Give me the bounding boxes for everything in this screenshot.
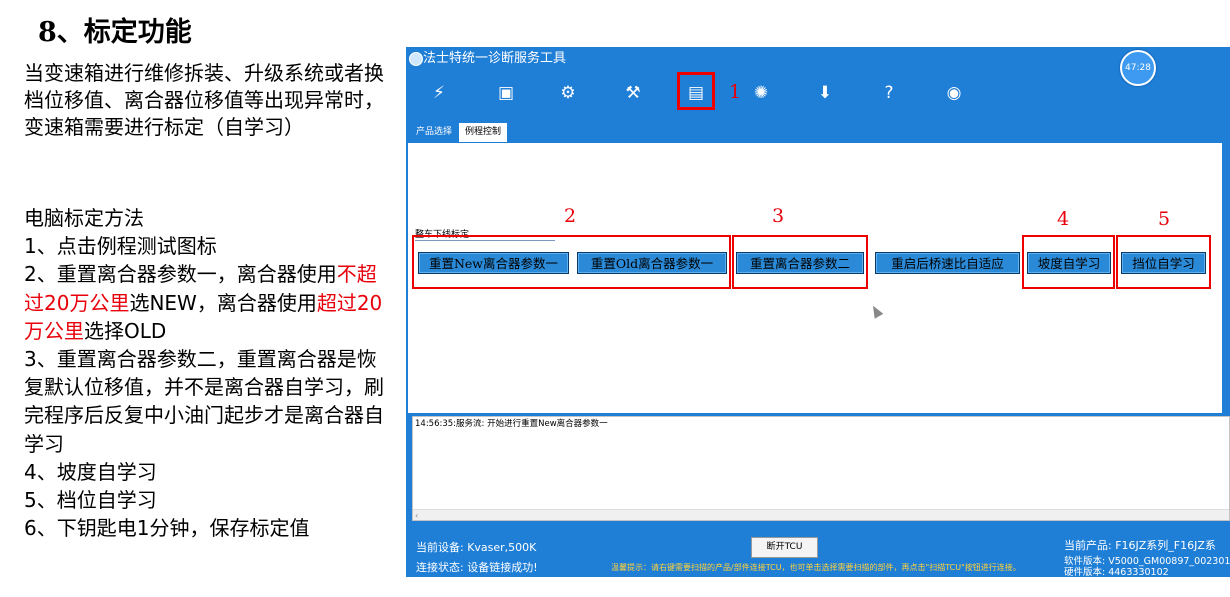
step-2: 2、重置离合器参数一，离合器使用不超过20万公里选NEW，离合器使用超过20万公… (24, 260, 396, 345)
app-logo-icon (409, 52, 423, 66)
tools-icon[interactable]: ⚒ (621, 81, 645, 105)
step-1: 1、点击例程测试图标 (24, 234, 217, 259)
annotation-1: 1 (729, 81, 742, 103)
method-heading: 电脑标定方法 (24, 206, 144, 230)
image-icon[interactable]: ▣ (494, 81, 518, 105)
slide-title: 8、标定功能 (38, 17, 192, 48)
annotation-3: 3 (772, 205, 785, 227)
current-product: 当前产品: F16JZ系列_F16JZ系 (1064, 539, 1216, 552)
annotation-4: 4 (1057, 208, 1070, 230)
tab-product-select[interactable]: 产品选择 (410, 123, 458, 142)
hardware-version: 硬件版本: 4463330102 (1064, 567, 1169, 577)
log-scrollbar[interactable] (413, 509, 1229, 520)
annotation-2: 2 (564, 205, 577, 227)
tab-routine-control[interactable]: 例程控制 (459, 123, 508, 142)
title-bar: 法士特统一诊断服务工具 (406, 47, 1230, 73)
download-icon[interactable]: ⬇ (813, 81, 837, 105)
diagnostic-app-window: 法士特统一诊断服务工具 47:28 ⚡ ▣ ⚙ ⚒ ▤ 1 ✺ ⬇ ? ◉ 产品… (406, 47, 1230, 577)
scroll-left-icon[interactable]: ‹ (415, 511, 418, 520)
step-2-mid: 选NEW，离合器使用 (129, 290, 317, 315)
annotation-5: 5 (1158, 208, 1171, 230)
highlight-box-4 (1022, 235, 1115, 289)
ecu-icon[interactable]: ✺ (749, 81, 773, 105)
rear-axle-ratio-adapt-button[interactable]: 重启后桥速比自适应 (875, 252, 1020, 274)
highlight-box-2 (412, 235, 731, 289)
method-list: 电脑标定方法 1、点击例程测试图标 2、重置离合器参数一，离合器使用不超过20万… (24, 204, 396, 542)
plug-icon[interactable]: ⚡ (427, 81, 451, 105)
highlight-box-5 (1116, 235, 1211, 289)
app-title: 法士特统一诊断服务工具 (423, 51, 567, 66)
step-2-pre: 2、重置离合器参数一，离合器使用 (24, 262, 337, 287)
help-icon[interactable]: ? (877, 81, 901, 105)
clock-badge: 47:28 (1120, 50, 1156, 86)
step-5: 5、档位自学习 (24, 488, 157, 513)
connection-status: 连接状态: 设备链接成功! (416, 561, 538, 574)
status-bar: 当前设备: Kvaser,500K 连接状态: 设备链接成功! 断开TCU 温馨… (406, 533, 1230, 577)
routine-icon-highlight (677, 72, 715, 110)
tab-bar: 产品选择 例程控制 (406, 123, 1230, 143)
step-4: 4、坡度自学习 (24, 459, 157, 484)
hint-text: 温馨提示：请右键需要扫描的产品/部件连接TCU，也可单击选择需要扫描的部件，再点… (611, 563, 1021, 572)
step-6: 6、下钥匙电1分钟，保存标定值 (24, 516, 310, 541)
step-3: 3、重置离合器参数二，重置离合器是恢复默认位移值，并不是离合器自学习，刷完程序后… (24, 347, 384, 456)
device-status: 当前设备: Kvaser,500K (416, 541, 537, 554)
highlight-box-3 (732, 235, 868, 289)
intro-paragraph: 当变速箱进行维修拆装、升级系统或者换档位移值、离合器位移值等出现异常时，变速箱需… (24, 61, 384, 139)
log-panel: 14:56:35:服务流: 开始进行重置New离合器参数一 ‹ (412, 416, 1230, 521)
log-line: 14:56:35:服务流: 开始进行重置New离合器参数一 (415, 419, 608, 429)
globe-icon[interactable]: ◉ (942, 81, 966, 105)
step-2-post: 选择OLD (84, 318, 167, 343)
disconnect-tcu-button[interactable]: 断开TCU (751, 537, 818, 558)
gear-icon[interactable]: ⚙ (556, 81, 580, 105)
